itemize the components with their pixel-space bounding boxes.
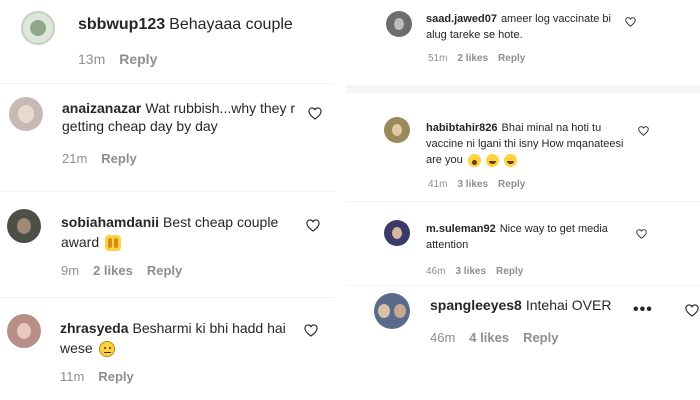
like-heart-icon[interactable]	[636, 229, 647, 239]
comment-username[interactable]: habibtahir826	[426, 122, 498, 134]
comment-username[interactable]: sbbwup123	[78, 16, 165, 33]
reply-button[interactable]: Reply	[98, 369, 133, 384]
avatar-face	[392, 124, 402, 136]
divider	[346, 201, 700, 202]
comment-username[interactable]: saad.jawed07	[426, 13, 497, 25]
like-count[interactable]: 3 likes	[457, 179, 488, 190]
like-heart-icon[interactable]	[638, 126, 649, 136]
avatar-face	[394, 18, 404, 30]
comment-time: 21m	[62, 151, 88, 166]
divider	[0, 83, 335, 84]
avatar[interactable]	[384, 117, 410, 143]
divider	[346, 285, 700, 286]
divider	[0, 297, 335, 298]
like-count[interactable]: 2 likes	[457, 53, 488, 64]
avatar[interactable]	[384, 220, 410, 246]
comment-time: 51m	[428, 53, 448, 64]
avatar[interactable]	[7, 314, 41, 348]
right-comments-panel: saad.jawed07 ameer log vaccinate bi alug …	[346, 0, 700, 400]
comment-time: 41m	[428, 179, 448, 190]
like-heart-icon[interactable]	[685, 304, 699, 317]
avatar[interactable]	[21, 11, 55, 45]
avatar-face	[394, 304, 406, 318]
comment-time: 46m	[426, 266, 446, 277]
avatar[interactable]	[9, 97, 43, 131]
comment-time: 9m	[61, 263, 80, 278]
comment-time: 11m	[60, 369, 85, 384]
reply-button[interactable]: Reply	[147, 263, 182, 278]
comment-text: Intehai OVER	[525, 297, 612, 313]
avatar[interactable]	[7, 209, 41, 243]
comment-username[interactable]: m.suleman92	[426, 223, 496, 235]
laughing-face-emoji-icon	[503, 153, 517, 167]
comment-text: Behayaaa couple	[169, 16, 293, 33]
left-comments-panel: sbbwup123 Behayaaa couple 13m Reply anaiza…	[0, 0, 335, 400]
avatar-emblem	[30, 20, 46, 36]
comment-time: 46m	[430, 330, 456, 345]
astonished-face-emoji-icon	[467, 153, 481, 167]
laughing-face-emoji-icon	[485, 153, 499, 167]
avatar-face	[378, 304, 390, 318]
reply-button[interactable]: Reply	[523, 330, 558, 345]
like-heart-icon[interactable]	[304, 324, 318, 337]
divider	[346, 85, 700, 93]
avatar-face	[392, 227, 402, 239]
comment-username[interactable]: zhrasyeda	[60, 320, 128, 336]
comment-username[interactable]: spangleeyes8	[430, 297, 522, 313]
avatar-face	[17, 218, 31, 234]
like-count[interactable]: 4 likes	[469, 330, 509, 345]
like-heart-icon[interactable]	[625, 17, 636, 27]
hands-raised-emoji-icon	[105, 235, 122, 252]
like-count[interactable]: 2 likes	[93, 263, 133, 278]
reply-button[interactable]: Reply	[496, 266, 523, 277]
reply-button[interactable]: Reply	[101, 151, 136, 166]
reply-button[interactable]: Reply	[498, 179, 525, 190]
reply-button[interactable]: Reply	[498, 53, 525, 64]
comment-username[interactable]: anaizanazar	[62, 100, 141, 116]
like-heart-icon[interactable]	[308, 107, 322, 120]
like-count[interactable]: 3 likes	[455, 266, 486, 277]
neutral-face-emoji-icon	[98, 341, 115, 358]
avatar[interactable]	[374, 293, 410, 329]
more-options-icon[interactable]: •••	[633, 301, 653, 319]
avatar-face	[18, 105, 34, 123]
comment-username[interactable]: sobiahamdanii	[61, 214, 159, 230]
avatar[interactable]	[386, 11, 412, 37]
divider	[0, 191, 335, 192]
avatar-face	[17, 323, 31, 339]
like-heart-icon[interactable]	[306, 219, 320, 232]
comment-time: 13m	[78, 51, 106, 67]
reply-button[interactable]: Reply	[119, 51, 157, 67]
